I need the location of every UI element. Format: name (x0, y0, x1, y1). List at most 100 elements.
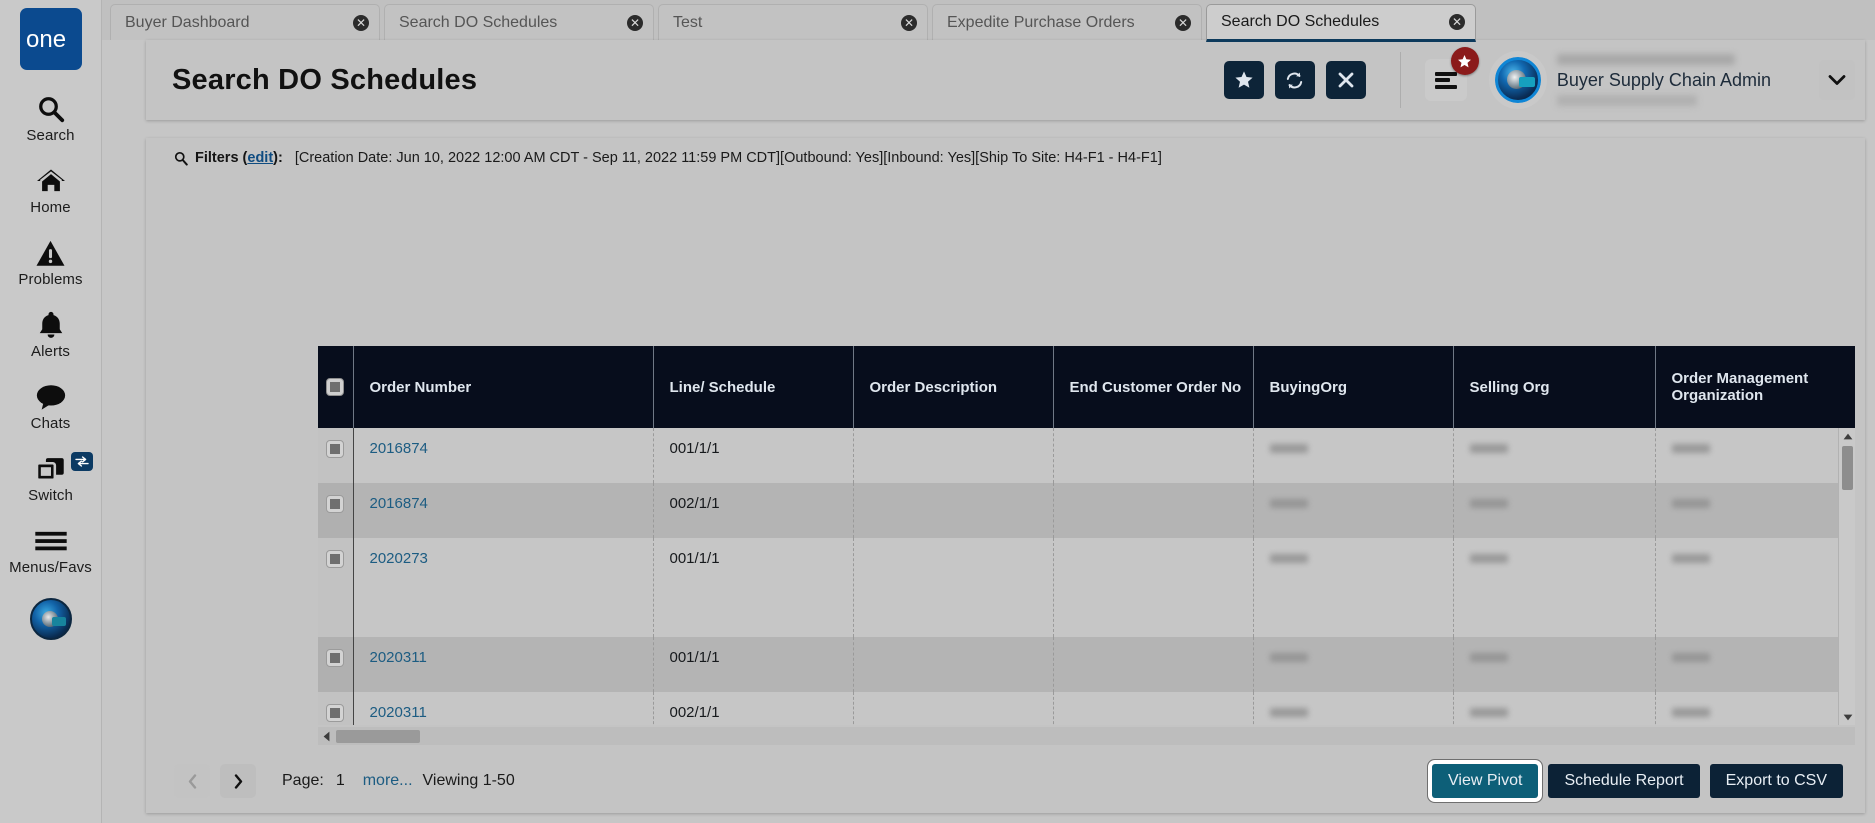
row-select-cell[interactable] (318, 483, 354, 538)
header-menu-button[interactable] (1424, 47, 1479, 101)
cell-selling-org (1453, 538, 1656, 637)
tab-buyer-dashboard[interactable]: Buyer Dashboard ✕ (110, 4, 380, 40)
column-header-order-description[interactable]: Order Description (853, 346, 1054, 428)
cell-order-management-organization (1655, 692, 1855, 725)
close-icon[interactable]: ✕ (1175, 14, 1191, 31)
row-checkbox[interactable] (326, 649, 344, 667)
sidebar-item-problems[interactable]: Problems (0, 236, 101, 288)
cell-order-number[interactable]: 2020311 (353, 692, 654, 725)
close-icon[interactable]: ✕ (1449, 14, 1465, 30)
sidebar-item-search[interactable]: Search (0, 92, 101, 144)
rail-avatar[interactable] (29, 598, 72, 640)
cell-order-description (853, 483, 1054, 538)
table-row[interactable]: 2016874 002/1/1 (318, 483, 1855, 538)
close-icon[interactable]: ✕ (627, 14, 643, 31)
tab-search-do-schedules-1[interactable]: Search DO Schedules ✕ (384, 4, 654, 40)
close-icon[interactable]: ✕ (901, 14, 917, 31)
cell-selling-org (1453, 692, 1656, 725)
sidebar-item-home[interactable]: Home (0, 164, 101, 216)
chevron-left-icon (188, 773, 196, 789)
sidebar-item-menus-favs[interactable]: Menus/Favs (0, 524, 101, 576)
cell-order-description (853, 538, 1054, 637)
sidebar-item-label: Search (26, 127, 75, 144)
row-select-cell[interactable] (318, 538, 354, 637)
scroll-left-icon[interactable] (318, 731, 334, 742)
order-number-link[interactable]: 2016874 (370, 440, 428, 457)
sidebar-item-switch[interactable]: Switch (0, 452, 101, 504)
row-select-cell[interactable] (318, 637, 354, 692)
row-select-cell[interactable] (318, 428, 354, 483)
redacted-value (1269, 499, 1308, 508)
row-checkbox[interactable] (326, 550, 344, 568)
tab-test[interactable]: Test ✕ (658, 4, 928, 40)
cell-order-number[interactable]: 2020273 (353, 538, 654, 637)
more-pages-link[interactable]: more... (363, 772, 413, 790)
row-checkbox[interactable] (326, 495, 344, 513)
redacted-value (1671, 444, 1710, 453)
previous-page-button[interactable] (174, 764, 210, 798)
row-select-cell[interactable] (318, 692, 354, 725)
page-title: Search DO Schedules (172, 63, 478, 96)
cell-end-customer-order-no (1053, 692, 1254, 725)
user-menu-toggle[interactable] (1819, 60, 1855, 100)
cell-buying-org (1253, 692, 1454, 725)
sidebar-item-alerts[interactable]: Alerts (0, 308, 101, 360)
vertical-scrollbar[interactable] (1838, 428, 1855, 725)
cell-order-number[interactable]: 2016874 (353, 428, 654, 483)
cell-order-number[interactable]: 2016874 (353, 483, 654, 538)
filters-edit-link[interactable]: edit (247, 150, 273, 166)
user-profile[interactable]: Buyer Supply Chain Admin (1488, 51, 1865, 109)
select-all-header[interactable] (318, 346, 354, 428)
favorite-button[interactable] (1223, 61, 1264, 99)
close-button[interactable] (1325, 61, 1366, 99)
chat-bubble-icon (35, 380, 67, 414)
footer-action-group: View Pivot Schedule Report Export to CSV (1416, 764, 1843, 798)
star-icon (1235, 71, 1253, 88)
select-all-checkbox[interactable] (326, 378, 344, 396)
order-number-link[interactable]: 2020311 (370, 704, 427, 721)
row-checkbox[interactable] (326, 704, 344, 722)
app-logo[interactable]: one (19, 8, 82, 70)
page-number[interactable]: 1 (336, 772, 345, 790)
sidebar-item-chats[interactable]: Chats (0, 380, 101, 432)
cell-buying-org (1253, 538, 1454, 637)
scroll-down-icon[interactable] (1839, 709, 1855, 725)
horizontal-scroll-thumb[interactable] (336, 729, 420, 743)
order-number-link[interactable]: 2016874 (370, 495, 428, 512)
refresh-button[interactable] (1274, 61, 1315, 99)
column-header-selling-org[interactable]: Selling Org (1453, 346, 1656, 428)
order-number-link[interactable]: 2020273 (370, 550, 428, 567)
tab-expedite-purchase-orders[interactable]: Expedite Purchase Orders ✕ (932, 4, 1202, 40)
table-footer: Page: 1 more... Viewing 1-50 View Pivot … (146, 749, 1865, 813)
column-header-order-number[interactable]: Order Number (353, 346, 654, 428)
cell-line-schedule: 001/1/1 (653, 637, 854, 692)
table-row[interactable]: 2020311 002/1/1 (318, 692, 1855, 725)
header-divider (1399, 52, 1401, 108)
scroll-up-icon[interactable] (1839, 428, 1855, 444)
column-header-end-customer-order-no[interactable]: End Customer Order No (1053, 346, 1254, 428)
close-icon[interactable]: ✕ (353, 14, 369, 31)
export-to-csv-button[interactable]: Export to CSV (1709, 764, 1843, 798)
sidebar-item-label: Alerts (31, 343, 70, 360)
cell-order-number[interactable]: 2020311 (353, 637, 654, 692)
tab-search-do-schedules-active[interactable]: Search DO Schedules ✕ (1206, 4, 1476, 42)
sidebar-item-label: Switch (28, 487, 73, 504)
switch-toggle-badge-icon[interactable] (71, 452, 93, 471)
results-grid: Order Number Line/ Schedule Order Descri… (318, 346, 1855, 725)
column-header-line-schedule[interactable]: Line/ Schedule (653, 346, 854, 428)
view-pivot-button[interactable]: View Pivot (1432, 764, 1539, 798)
warning-triangle-icon (35, 236, 66, 270)
next-page-button[interactable] (220, 764, 256, 798)
row-checkbox[interactable] (326, 440, 344, 458)
refresh-icon (1287, 71, 1303, 89)
cell-selling-org (1453, 428, 1656, 483)
table-row[interactable]: 2020311 001/1/1 (318, 637, 1855, 692)
table-row[interactable]: 2020273 001/1/1 (318, 538, 1855, 637)
order-number-link[interactable]: 2020311 (370, 649, 427, 666)
table-row[interactable]: 2016874 001/1/1 (318, 428, 1855, 483)
column-header-order-management-organization[interactable]: Order Management Organization (1655, 346, 1855, 428)
schedule-report-button[interactable]: Schedule Report (1548, 764, 1700, 798)
column-header-buying-org[interactable]: BuyingOrg (1253, 346, 1454, 428)
vertical-scroll-thumb[interactable] (1842, 446, 1853, 490)
horizontal-scrollbar[interactable] (318, 727, 1855, 745)
